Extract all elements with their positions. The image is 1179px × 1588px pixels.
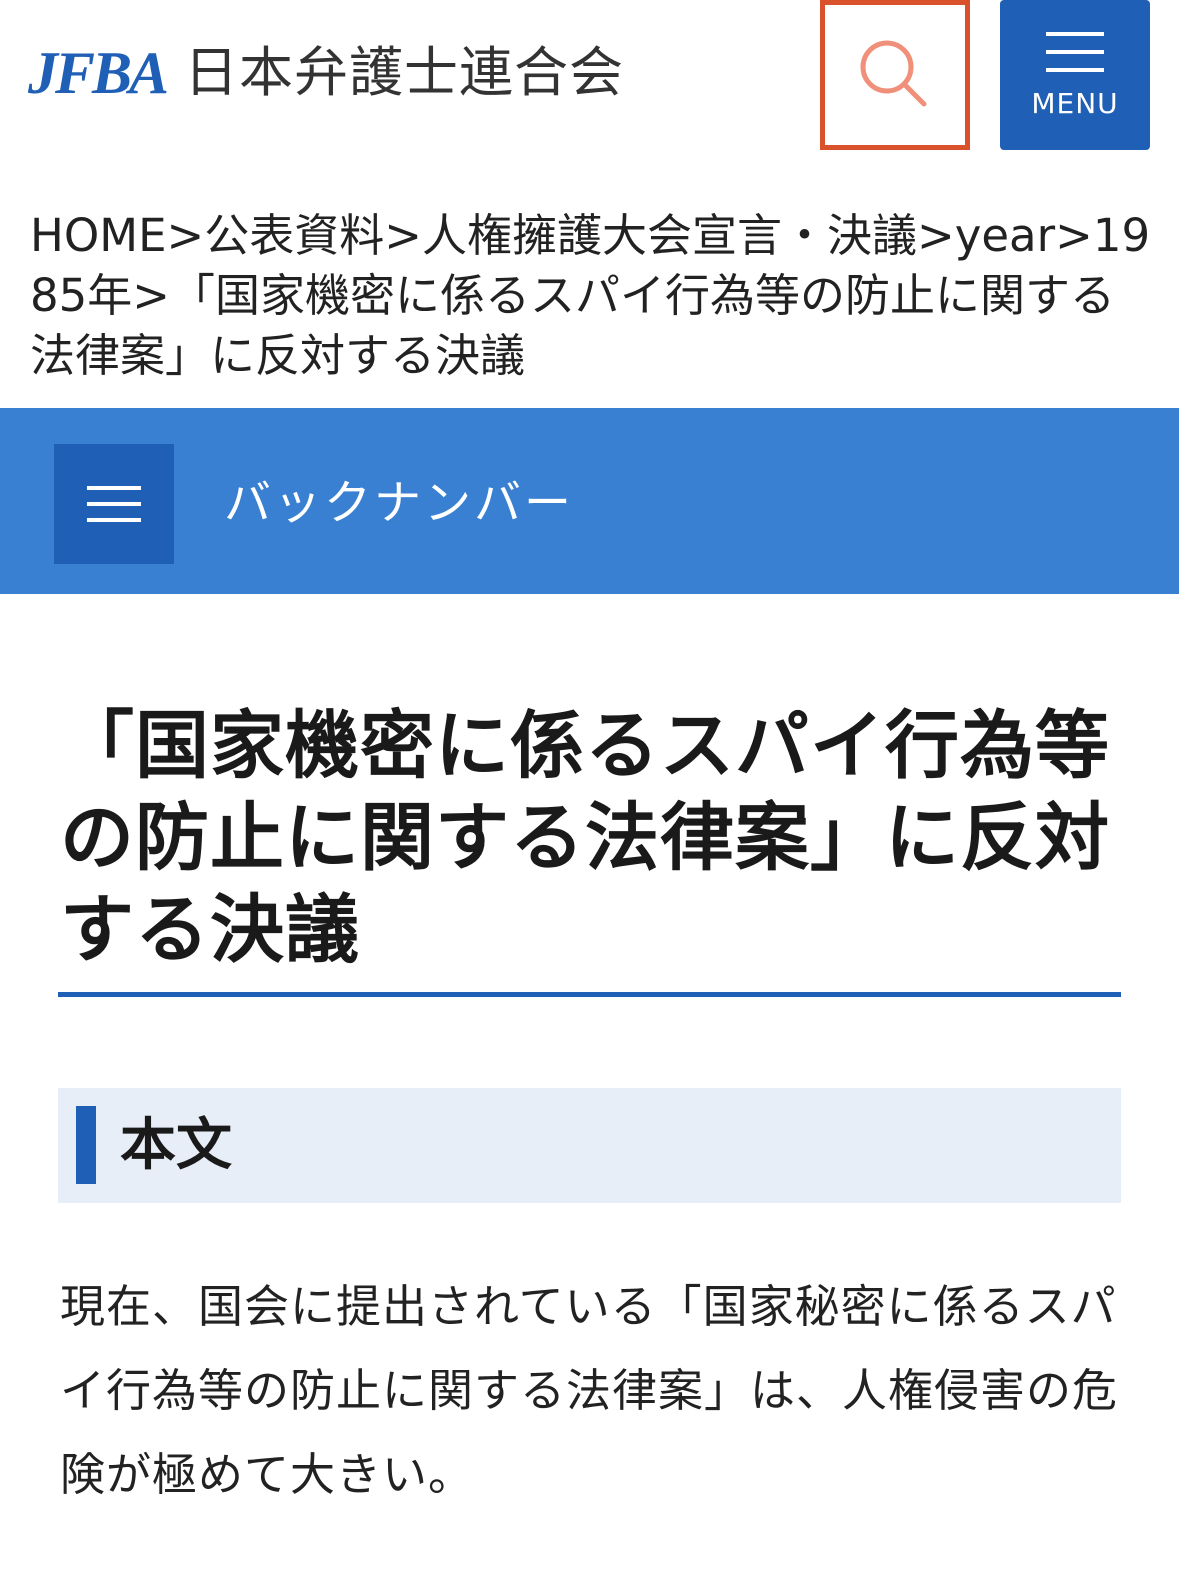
logo-mark: JFBA — [28, 40, 169, 106]
menu-button[interactable]: MENU — [1000, 0, 1150, 150]
breadcrumb-separator: > — [132, 269, 170, 322]
body-paragraph: 現在、国会に提出されている「国家秘密に係るスパイ行為等の防止に関する法律案」は、… — [60, 1280, 1119, 1501]
page: JFBA 日本弁護士連合会 MENU HOME>公表資料>人権擁護大会宣言・決議… — [0, 0, 1179, 1588]
site-logo[interactable]: JFBA 日本弁護士連合会 — [28, 28, 624, 118]
site-header: JFBA 日本弁護士連合会 MENU — [0, 0, 1179, 190]
title-divider — [58, 992, 1121, 997]
back-number-bar: バックナンバー — [0, 408, 1179, 594]
breadcrumb-publications[interactable]: 公表資料 — [204, 209, 384, 262]
section-heading: 本文 — [58, 1088, 1121, 1203]
breadcrumb: HOME>公表資料>人権擁護大会宣言・決議>year>1985年>「国家機密に係… — [30, 206, 1155, 386]
logo-name: 日本弁護士連合会 — [184, 41, 625, 104]
back-number-label[interactable]: バックナンバー — [224, 474, 574, 534]
section-heading-accent — [76, 1106, 96, 1184]
search-icon — [860, 40, 927, 107]
hamburger-icon — [87, 486, 141, 490]
breadcrumb-resolutions[interactable]: 人権擁護大会宣言・決議 — [422, 209, 917, 262]
breadcrumb-separator: > — [917, 209, 955, 262]
breadcrumb-separator: > — [384, 209, 422, 262]
menu-label: MENU — [1031, 87, 1119, 120]
hamburger-icon — [1046, 32, 1104, 72]
breadcrumb-separator: > — [1055, 209, 1093, 262]
breadcrumb-current: 「国家機密に係るスパイ行為等の防止に関する法律案」に反対する決議 — [30, 269, 1115, 382]
breadcrumb-year[interactable]: year — [955, 209, 1055, 262]
section-heading-text: 本文 — [120, 1113, 232, 1178]
breadcrumb-home[interactable]: HOME — [30, 209, 167, 262]
search-button[interactable] — [820, 0, 970, 150]
breadcrumb-separator: > — [166, 209, 205, 262]
page-title: 「国家機密に係るスパイ行為等の防止に関する法律案」に反対する決議 — [60, 703, 1110, 973]
back-number-menu-button[interactable] — [54, 444, 174, 564]
